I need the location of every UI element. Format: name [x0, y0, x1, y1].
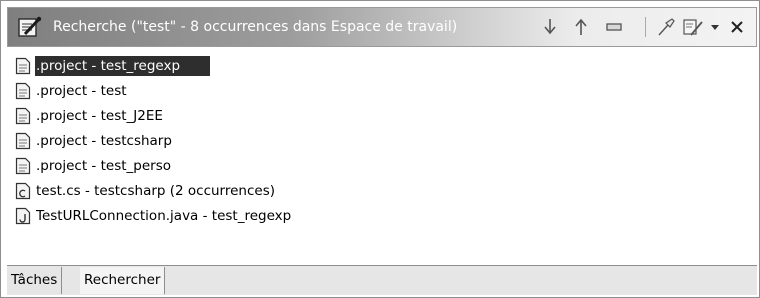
arrow-up-icon[interactable]	[570, 16, 592, 38]
text-file-icon	[15, 107, 31, 124]
view-title: Recherche ("test" - 8 occurrences dans E…	[53, 19, 458, 35]
search-view-icon	[18, 16, 42, 38]
tab-label: Rechercher	[84, 272, 161, 288]
result-item[interactable]: test.cs - testcsharp (2 occurrences)	[15, 178, 745, 203]
result-label: .project - test_perso	[36, 157, 171, 174]
result-item[interactable]: .project - test_perso	[15, 153, 745, 178]
close-icon[interactable]	[726, 16, 748, 38]
result-label: TestURLConnection.java - test_regexp	[36, 207, 292, 224]
result-item[interactable]: .project - test_J2EE	[15, 103, 745, 128]
text-file-icon	[15, 57, 31, 74]
result-label: test.cs - testcsharp (2 occurrences)	[36, 182, 276, 199]
result-item[interactable]: .project - test_regexp	[15, 53, 745, 78]
search-history-icon[interactable]	[682, 16, 704, 38]
result-label: .project - testcsharp	[36, 132, 172, 149]
pin-icon[interactable]	[655, 16, 677, 38]
result-item[interactable]: TestURLConnection.java - test_regexp	[15, 203, 745, 228]
tab-taches[interactable]: Tâches	[7, 267, 63, 294]
result-label: .project - test	[36, 82, 127, 99]
text-file-icon	[15, 157, 31, 174]
view-menu-chevron-icon[interactable]	[704, 16, 726, 38]
result-label: .project - test_J2EE	[36, 107, 163, 124]
arrow-down-icon[interactable]	[539, 16, 561, 38]
view-tab-bar: Tâches Rechercher	[7, 265, 757, 295]
text-file-icon	[15, 82, 31, 99]
tab-rechercher[interactable]: Rechercher	[80, 267, 166, 294]
search-results-list: .project - test_regexp .project - test .…	[15, 53, 745, 228]
view-title-bar: Recherche ("test" - 8 occurrences dans E…	[7, 7, 757, 47]
toolbar-separator	[645, 17, 646, 37]
result-item[interactable]: .project - test	[15, 78, 745, 103]
result-label: .project - test_regexp	[35, 55, 211, 76]
java-file-icon	[15, 207, 31, 224]
search-view-window: Recherche ("test" - 8 occurrences dans E…	[0, 0, 760, 298]
remove-icon[interactable]	[603, 16, 625, 38]
tab-label: Tâches	[11, 272, 58, 288]
result-item[interactable]: .project - testcsharp	[15, 128, 745, 153]
csharp-file-icon	[15, 182, 31, 199]
text-file-icon	[15, 132, 31, 149]
